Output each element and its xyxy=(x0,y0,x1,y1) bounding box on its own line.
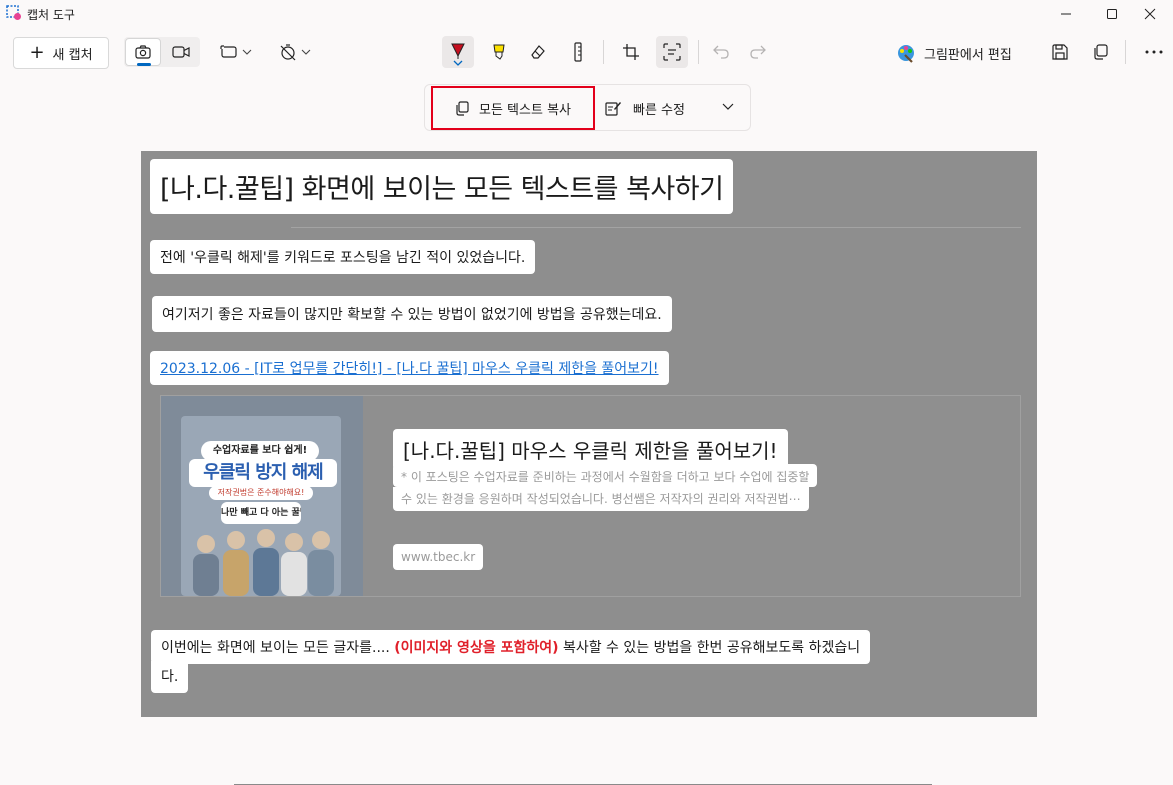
chevron-down-icon xyxy=(242,49,252,55)
text-actions-icon xyxy=(663,43,681,61)
quick-redact-button[interactable]: 빠른 수정 xyxy=(605,92,685,124)
copy-icon xyxy=(456,100,469,116)
capture-title[interactable]: [나.다.꿀팁] 화면에 보이는 모든 텍스트를 복사하기 xyxy=(150,159,734,214)
delay-dropdown[interactable] xyxy=(279,38,311,66)
chevron-down-icon xyxy=(301,49,311,55)
card-description-line-2[interactable]: 수 있는 환경을 응원하며 작성되었습니다. 병선쌤은 저작자의 권리와 저작권… xyxy=(393,487,809,511)
snipping-tool-app-icon xyxy=(6,5,22,21)
snip-shape-dropdown[interactable] xyxy=(220,38,252,66)
video-camera-icon xyxy=(172,46,190,58)
copy-icon xyxy=(1094,44,1108,60)
paragraph-3-emphasis: (이미지와 영상을 포함하여) xyxy=(394,640,559,656)
title-divider xyxy=(291,227,1021,228)
copy-all-text-button[interactable]: 모든 텍스트 복사 xyxy=(431,86,595,130)
capture-link[interactable]: 2023.12.06 - [IT로 업무를 간단히!] - [나.다 꿀팁] 마… xyxy=(150,351,669,385)
toolbar-divider xyxy=(1125,40,1126,64)
ruler-icon xyxy=(574,42,582,62)
snapshot-mode-button[interactable] xyxy=(125,38,161,66)
rectangle-snip-icon xyxy=(220,45,237,58)
new-capture-label: 새 캡처 xyxy=(52,47,93,63)
minimize-button[interactable] xyxy=(1043,0,1089,28)
undo-button[interactable] xyxy=(705,36,737,68)
record-mode-button[interactable] xyxy=(163,38,199,66)
paint-icon xyxy=(898,45,914,63)
eraser-icon xyxy=(531,45,545,59)
thumbnail-logo: 나만 빼고 다 아는 꿀팁 xyxy=(221,502,301,524)
quick-redact-dropdown[interactable] xyxy=(718,97,738,117)
window-title: 캡처 도구 xyxy=(27,8,75,22)
more-options-button[interactable] xyxy=(1138,36,1170,68)
ruler-button[interactable] xyxy=(562,36,594,68)
card-description-line-1[interactable]: * 이 포스팅은 수업자료를 준비하는 과정에서 수월함을 더하고 보다 수업에… xyxy=(393,464,818,487)
card-domain[interactable]: www.tbec.kr xyxy=(393,544,484,570)
more-icon xyxy=(1145,50,1163,54)
preview-thumbnail: 수업자료를 보다 쉽게! 우클릭 방지 해제 저작권법은 준수해야해요! 나만 … xyxy=(161,396,363,596)
capture-paragraph-2[interactable]: 여기저기 좋은 자료들이 많지만 확보할 수 있는 방법이 없었기에 방법을 공… xyxy=(152,296,672,332)
capture-paragraph-1[interactable]: 전에 '우클릭 해제'를 키워드로 포스팅을 남긴 적이 있었습니다. xyxy=(150,240,536,274)
new-capture-button[interactable]: + 새 캡처 xyxy=(13,37,109,69)
highlighter-button[interactable] xyxy=(483,36,515,68)
edit-in-paint-label: 그림판에서 편집 xyxy=(924,47,1012,63)
crop-button[interactable] xyxy=(615,36,647,68)
quick-redact-label: 빠른 수정 xyxy=(633,102,685,118)
captured-image: [나.다.꿀팁] 화면에 보이는 모든 텍스트를 복사하기 전에 '우클릭 해제… xyxy=(141,151,1037,717)
copy-button[interactable] xyxy=(1084,36,1116,68)
title-bar: 캡처 도구 xyxy=(0,0,1173,28)
chevron-down-icon xyxy=(722,103,734,110)
chevron-down-icon xyxy=(453,60,463,66)
thumbnail-text-3: 저작권법은 준수해야해요! xyxy=(209,486,313,500)
toolbar-divider xyxy=(698,40,699,64)
save-icon xyxy=(1052,44,1068,60)
people-illustration xyxy=(193,529,334,596)
maximize-icon xyxy=(1107,9,1117,19)
close-button[interactable] xyxy=(1127,0,1173,28)
paragraph-3-text-end: 복사할 수 있는 방법을 한번 공유해보도록 하겠습니 xyxy=(558,640,861,656)
redo-icon xyxy=(750,45,766,59)
toolbar-divider xyxy=(603,40,604,64)
close-icon xyxy=(1144,8,1156,20)
edit-document-icon xyxy=(605,102,621,116)
copy-all-text-label: 모든 텍스트 복사 xyxy=(479,102,571,118)
capture-paragraph-3-tail[interactable]: 다. xyxy=(151,661,189,693)
plus-icon: + xyxy=(29,42,45,63)
thumbnail-text-2: 우클릭 방지 해제 xyxy=(189,459,337,487)
eraser-button[interactable] xyxy=(522,36,554,68)
redo-button[interactable] xyxy=(742,36,774,68)
paragraph-3-text: 이번에는 화면에 보이는 모든 글자를.... xyxy=(161,640,395,656)
ballpoint-pen-icon xyxy=(451,43,465,59)
camera-icon xyxy=(135,45,151,59)
no-timer-icon xyxy=(280,44,296,61)
link-preview-card: 수업자료를 보다 쉽게! 우클릭 방지 해제 저작권법은 준수해야해요! 나만 … xyxy=(160,395,1021,597)
thumbnail-text-1: 수업자료를 보다 쉽게! xyxy=(201,441,319,461)
minimize-icon xyxy=(1061,13,1071,15)
capture-paragraph-3[interactable]: 이번에는 화면에 보이는 모든 글자를.... (이미지와 영상을 포함하여) … xyxy=(151,630,871,664)
ballpoint-pen-button[interactable] xyxy=(442,36,474,68)
undo-icon xyxy=(713,45,729,59)
selected-indicator xyxy=(137,63,151,66)
crop-icon xyxy=(623,44,639,60)
edit-in-paint-button[interactable]: 그림판에서 편집 xyxy=(896,40,1012,66)
text-actions-button[interactable] xyxy=(656,36,688,68)
save-button[interactable] xyxy=(1044,36,1076,68)
highlighter-icon xyxy=(493,44,505,60)
